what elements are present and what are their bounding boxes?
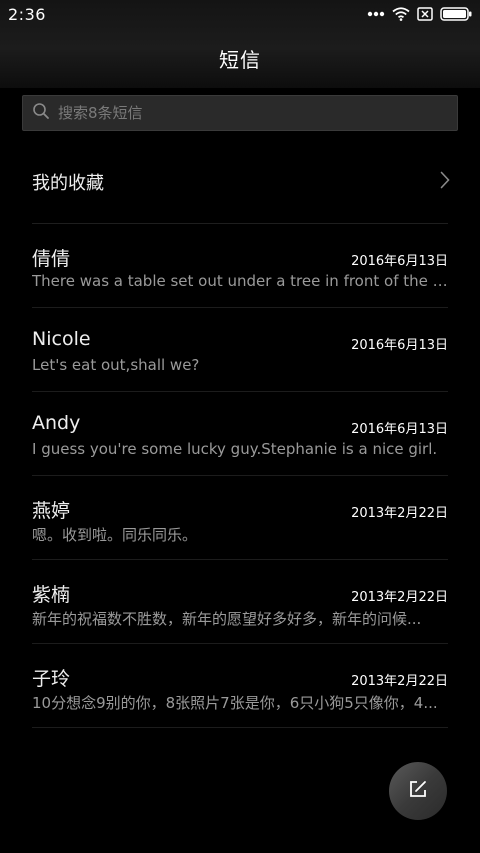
search-input[interactable] [58,104,438,122]
compose-button[interactable] [389,762,447,820]
message-date: 2013年2月22日 [351,590,448,605]
search-icon [32,102,50,124]
conversation-row[interactable]: Nicole 2016年6月13日 Let's eat out,shall we… [0,308,480,392]
message-preview: 新年的祝福数不胜数，新年的愿望好多好多，新年的问候... [32,610,422,628]
status-bar: 2:36 [0,0,480,28]
message-preview: Let's eat out,shall we? [32,356,200,374]
row-divider [32,727,448,728]
contact-name: 燕婷 [32,500,71,522]
message-date: 2013年2月22日 [351,674,448,689]
battery-icon [440,7,472,21]
contact-name: Nicole [32,328,91,350]
contact-name: 紫楠 [32,584,71,606]
sim-off-icon [417,7,433,21]
more-dots-icon [367,11,385,17]
message-preview: 10分想念9别的你，8张照片7张是你，6只小狗5只像你，4... [32,694,438,712]
message-date: 2016年6月13日 [351,338,448,353]
favorites-label: 我的收藏 [32,173,104,194]
status-time: 2:36 [8,4,46,24]
conversation-row[interactable]: 燕婷 2013年2月22日 嗯。收到啦。同乐同乐。 [0,476,480,560]
message-preview: 嗯。收到啦。同乐同乐。 [32,526,198,544]
page-title: 短信 [219,48,261,72]
message-preview: I guess you're some lucky guy.Stephanie … [32,440,438,458]
sms-screen: 2:36 短信 搜索8条短信 我的收藏 倩倩 2016年6月13日 There … [0,0,480,853]
conversation-row[interactable]: Andy 2016年6月13日 I guess you're some luck… [0,392,480,476]
message-date: 2016年6月13日 [351,254,448,269]
status-icons [367,7,472,21]
message-date: 2016年6月13日 [351,422,448,437]
chevron-right-icon [440,171,450,193]
wifi-icon [392,7,410,21]
contact-name: 子玲 [32,668,71,690]
conversation-row[interactable]: 紫楠 2013年2月22日 新年的祝福数不胜数，新年的愿望好多好多，新年的问候.… [0,560,480,644]
message-date: 2013年2月22日 [351,506,448,521]
compose-icon [408,779,428,803]
conversation-list: 倩倩 2016年6月13日 There was a table set out … [0,224,480,728]
message-preview: There was a table set out under a tree i… [32,272,448,290]
contact-name: 倩倩 [32,248,71,270]
conversation-row[interactable]: 倩倩 2016年6月13日 There was a table set out … [0,224,480,308]
search-box[interactable] [22,95,458,131]
conversation-row[interactable]: 子玲 2013年2月22日 10分想念9别的你，8张照片7张是你，6只小狗5只像… [0,644,480,728]
contact-name: Andy [32,412,81,434]
favorites-row[interactable]: 我的收藏 [0,140,480,224]
